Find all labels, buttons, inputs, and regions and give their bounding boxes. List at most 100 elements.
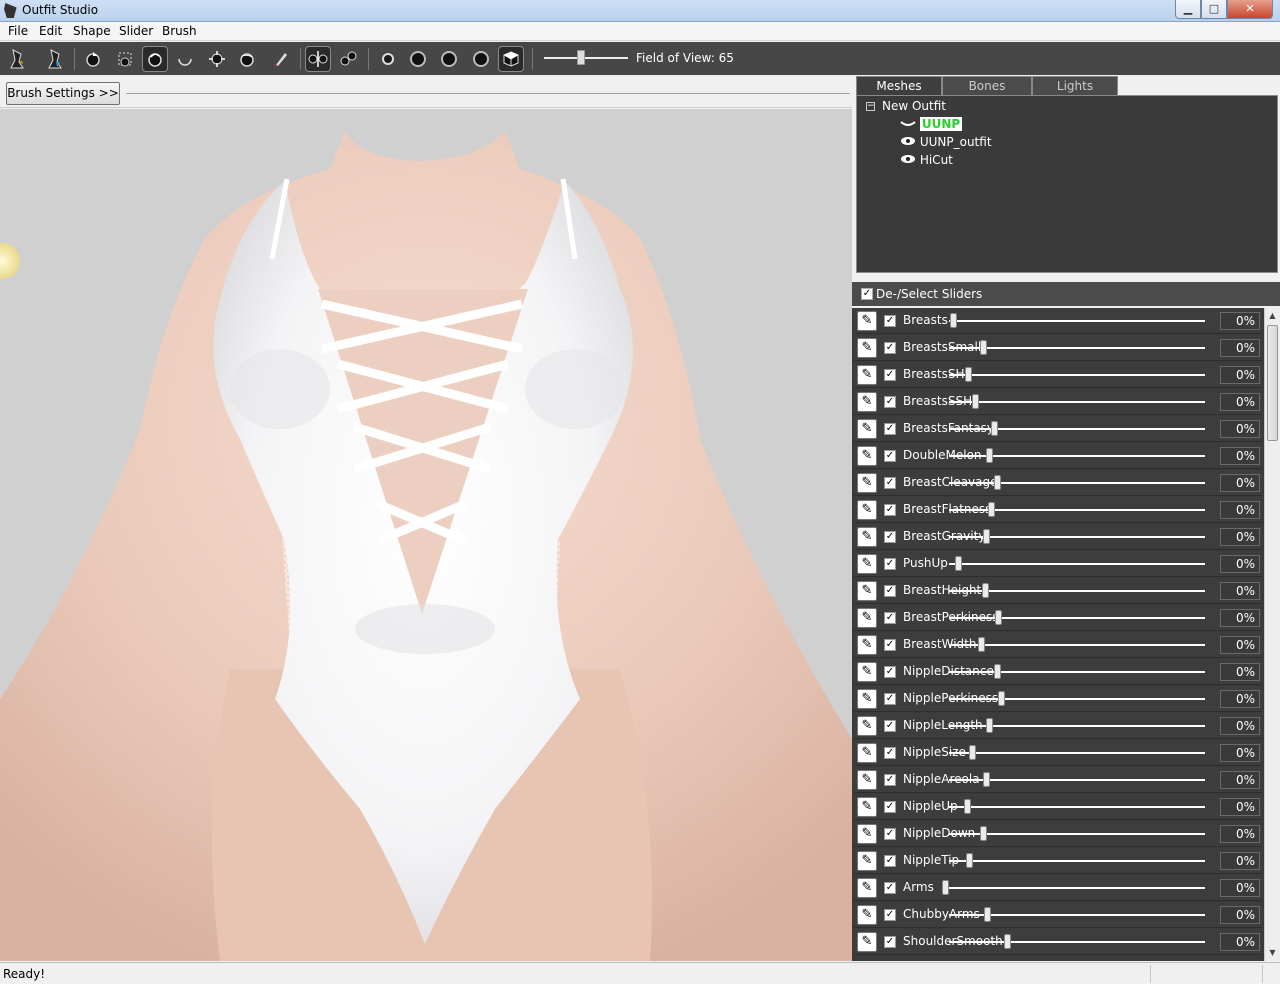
tree-expander-icon[interactable]: − [866,102,875,111]
slider-thumb[interactable] [994,664,1001,679]
tree-item-uunp[interactable]: UUNP [900,117,963,131]
slider-value-field[interactable]: 0% [1220,771,1260,789]
slider-checkbox[interactable]: ✓ [884,369,896,381]
cube-icon[interactable] [498,46,524,72]
edit-slider-icon[interactable]: ✎ [857,905,877,925]
tree-item-hicut[interactable]: HiCut [900,153,953,167]
slider-value-field[interactable]: 0% [1220,366,1260,384]
minimize-button[interactable]: ▁ [1175,0,1201,19]
slider-value-field[interactable]: 0% [1220,798,1260,816]
slider-checkbox[interactable]: ✓ [884,774,896,786]
tab-lights[interactable]: Lights [1032,76,1118,95]
edit-slider-icon[interactable]: ✎ [857,419,877,439]
slider-thumb[interactable] [986,448,993,463]
edit-slider-icon[interactable]: ✎ [857,797,877,817]
3d-viewport[interactable] [0,109,852,961]
slider-checkbox[interactable]: ✓ [884,423,896,435]
slider-checkbox[interactable]: ✓ [884,747,896,759]
close-button[interactable]: ✕ [1227,0,1273,19]
slider-thumb[interactable] [955,556,962,571]
edit-slider-icon[interactable]: ✎ [857,662,877,682]
maximize-button[interactable]: □ [1201,0,1227,19]
edit-slider-icon[interactable]: ✎ [857,581,877,601]
perspective-icon[interactable] [468,46,494,72]
slider-checkbox[interactable]: ✓ [884,396,896,408]
brush-settings-button[interactable]: Brush Settings >> [6,82,120,105]
slider-thumb[interactable] [965,367,972,382]
inflate-brush-icon[interactable] [142,46,168,72]
slider-checkbox[interactable]: ✓ [884,342,896,354]
slider-thumb[interactable] [982,583,989,598]
slider-value-field[interactable]: 0% [1220,528,1260,546]
fov-slider-track[interactable] [544,57,628,59]
edit-slider-icon[interactable]: ✎ [857,338,877,358]
slider-value-field[interactable]: 0% [1220,825,1260,843]
tab-meshes[interactable]: Meshes [856,76,942,95]
slider-thumb[interactable] [983,529,990,544]
edit-slider-icon[interactable]: ✎ [857,716,877,736]
slider-checkbox[interactable]: ✓ [884,477,896,489]
slider-value-field[interactable]: 0% [1220,501,1260,519]
slider-value-field[interactable]: 0% [1220,609,1260,627]
slider-checkbox[interactable]: ✓ [884,801,896,813]
edit-slider-icon[interactable]: ✎ [857,500,877,520]
tab-bones[interactable]: Bones [942,76,1032,95]
tree-root-new-outfit[interactable]: New Outfit [882,99,946,113]
slider-thumb[interactable] [964,799,971,814]
slider-value-field[interactable]: 0% [1220,582,1260,600]
deselect-sliders-checkbox[interactable]: ✓ [861,288,873,300]
edit-slider-icon[interactable]: ✎ [857,365,877,385]
slider-checkbox[interactable]: ✓ [884,882,896,894]
y-axis-icon[interactable] [405,46,431,72]
slider-track[interactable] [949,347,1205,349]
weight-brush-icon[interactable] [268,46,294,72]
slider-thumb[interactable] [969,745,976,760]
slider-track[interactable] [949,806,1205,808]
scrollbar-thumb[interactable] [1267,325,1278,441]
slider-track[interactable] [949,941,1205,943]
slider-checkbox[interactable]: ✓ [884,666,896,678]
slider-value-field[interactable]: 0% [1220,339,1260,357]
edit-slider-icon[interactable]: ✎ [857,878,877,898]
edit-slider-icon[interactable]: ✎ [857,851,877,871]
slider-thumb[interactable] [995,610,1002,625]
scroll-down-icon[interactable]: ▼ [1265,945,1280,961]
slider-checkbox[interactable]: ✓ [884,585,896,597]
move-brush-icon[interactable] [204,46,230,72]
slider-checkbox[interactable]: ✓ [884,612,896,624]
reference-icon[interactable] [42,46,68,72]
slider-thumb[interactable] [966,853,973,868]
smooth-brush-icon[interactable] [234,46,260,72]
slider-track[interactable] [949,752,1205,754]
edit-slider-icon[interactable]: ✎ [857,770,877,790]
slider-value-field[interactable]: 0% [1220,744,1260,762]
slider-track[interactable] [949,428,1205,430]
mirror-icon[interactable] [305,46,331,72]
slider-value-field[interactable]: 0% [1220,663,1260,681]
slider-value-field[interactable]: 0% [1220,474,1260,492]
menu-brush[interactable]: Brush [162,24,197,38]
slider-track[interactable] [949,617,1205,619]
edit-slider-icon[interactable]: ✎ [857,554,877,574]
slider-thumb[interactable] [988,502,995,517]
z-axis-icon[interactable] [436,46,462,72]
slider-track[interactable] [949,671,1205,673]
slider-thumb[interactable] [980,826,987,841]
slider-thumb[interactable] [980,340,987,355]
slider-value-field[interactable]: 0% [1220,447,1260,465]
slider-checkbox[interactable]: ✓ [884,693,896,705]
slider-value-field[interactable]: 0% [1220,636,1260,654]
slider-thumb[interactable] [950,313,957,328]
menu-shape[interactable]: Shape [73,24,111,38]
slider-value-field[interactable]: 0% [1220,879,1260,897]
slider-track[interactable] [949,563,1205,565]
edit-slider-icon[interactable]: ✎ [857,392,877,412]
x-axis-icon[interactable] [375,46,401,72]
tree-item-uunp-outfit[interactable]: UUNP_outfit [900,135,992,149]
menu-file[interactable]: File [8,24,28,38]
slider-checkbox[interactable]: ✓ [884,639,896,651]
slider-checkbox[interactable]: ✓ [884,909,896,921]
slider-checkbox[interactable]: ✓ [884,450,896,462]
slider-checkbox[interactable]: ✓ [884,855,896,867]
deflate-brush-icon[interactable] [172,46,198,72]
